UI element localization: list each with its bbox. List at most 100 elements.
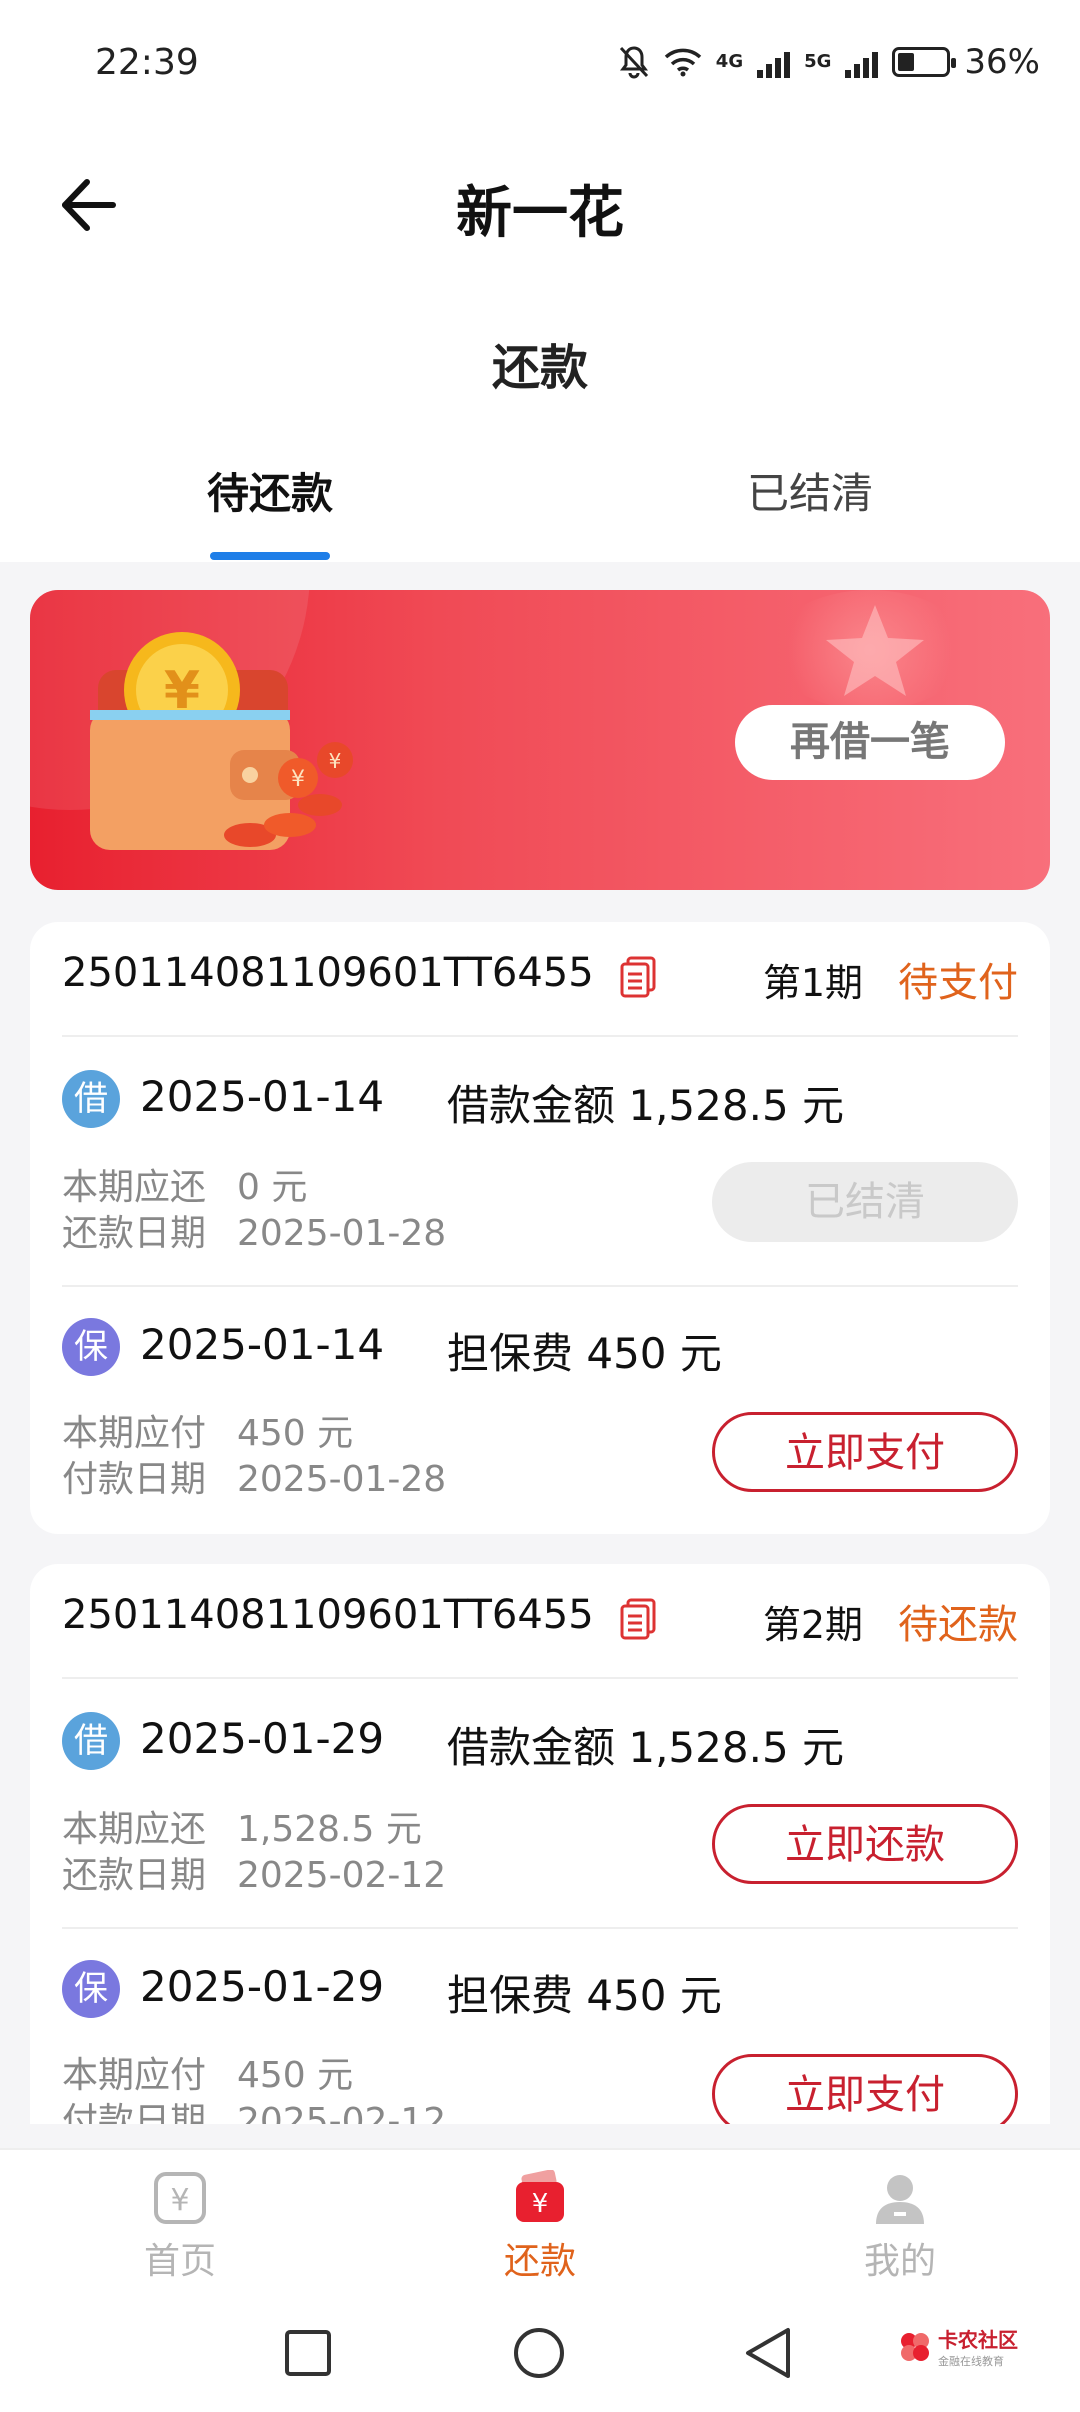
mute-bell-icon: [619, 46, 648, 79]
row-date: 2025-01-29: [140, 1714, 385, 1763]
settled-button: 已结清: [712, 1162, 1018, 1242]
row-date: 2025-01-29: [140, 1962, 385, 2011]
wifi-icon: [664, 48, 701, 77]
watermark-logo-icon: [901, 2332, 929, 2361]
divider: [62, 1927, 1018, 1929]
bottom-nav: ¥ 首页 ¥ 还款 我的: [0, 2148, 1080, 2298]
svg-text:¥: ¥: [329, 749, 342, 773]
due-amount-value: 1,528.5 元: [237, 1809, 422, 1850]
wallet-coin-icon: ¥ ¥ ¥: [90, 632, 353, 850]
due-date-value: 2025-02-12: [237, 1855, 447, 1896]
borrow-again-button[interactable]: 再借一笔: [735, 705, 1005, 780]
svg-text:¥: ¥: [170, 2183, 189, 2218]
period-label: 第2期: [762, 1603, 863, 1647]
section-title: 还款: [491, 340, 588, 396]
due-date: 付款日期 2025-02-12: [62, 2092, 446, 2124]
home-icon: ¥: [154, 2172, 206, 2224]
divider: [62, 1285, 1018, 1287]
battery-percent: 36%: [964, 42, 1040, 82]
home-circle-icon[interactable]: [512, 2326, 566, 2380]
back-triangle-icon[interactable]: [742, 2326, 796, 2380]
app-header: 新一花: [0, 150, 1080, 260]
due-amount-label: 本期应付: [62, 2055, 207, 2096]
period-label: 第1期: [762, 961, 863, 1005]
star-icon: [826, 605, 924, 696]
due-amount-label: 本期应还: [62, 1167, 207, 1208]
svg-text:¥: ¥: [532, 2189, 549, 2219]
bill-card-header: 250114081109601TT6455 第1期 待支付: [62, 950, 1018, 1010]
due-amount-label: 本期应还: [62, 1809, 207, 1850]
network-4g-label: 4G: [715, 51, 744, 72]
bill-status: 待支付: [898, 960, 1018, 1006]
due-date-value: 2025-02-12: [237, 2101, 447, 2124]
order-number: 250114081109601TT6455: [62, 1592, 594, 1638]
guarantee-badge: 保: [62, 1960, 120, 2018]
tab-bar: 待还款 已结清: [0, 460, 1080, 560]
bill-row: 借 2025-01-29 借款金额 1,528.5 元 本期应还 1,528.5 …: [62, 1712, 1018, 1942]
loan-badge: 借: [62, 1712, 120, 1770]
due-amount-value: 450 元: [237, 1413, 354, 1454]
signal-icon: [757, 46, 791, 78]
bill-row: 保 2025-01-14 担保费 450 元 本期应付 450 元 付款日期 202…: [62, 1318, 1018, 1548]
bill-row: 保 2025-01-29 担保费 450 元 本期应付 450 元 付款日期 202…: [62, 1960, 1018, 2124]
due-amount-value: 0 元: [237, 1167, 308, 1208]
tab-pending[interactable]: 待还款: [120, 460, 420, 521]
row-date: 2025-01-14: [140, 1320, 385, 1369]
page-title: 新一花: [456, 181, 624, 246]
bill-status: 待还款: [898, 1602, 1018, 1648]
loan-badge: 借: [62, 1070, 120, 1128]
due-amount-value: 450 元: [237, 2055, 354, 2096]
divider: [62, 1677, 1018, 1679]
battery-icon: [892, 47, 957, 77]
bill-card: 250114081109601TT6455 第1期 待支付 借 2025-01-…: [30, 922, 1050, 1534]
nav-home[interactable]: ¥ 首页: [80, 2170, 280, 2284]
pay-now-button[interactable]: 立即支付: [712, 2054, 1018, 2124]
copy-icon[interactable]: [620, 956, 656, 998]
row-description: 借款金额 1,528.5 元: [447, 1081, 845, 1130]
due-amount: 本期应付 450 元: [62, 1404, 353, 1456]
nav-profile-label: 我的: [863, 2241, 936, 2282]
status-time: 22:39: [95, 42, 199, 83]
bill-row: 借 2025-01-14 借款金额 1,528.5 元 本期应还 0 元 还款日期…: [62, 1070, 1018, 1300]
nav-repay[interactable]: ¥ 还款: [440, 2170, 640, 2284]
nav-profile[interactable]: 我的: [800, 2170, 1000, 2284]
due-date-value: 2025-01-28: [237, 1213, 447, 1254]
due-date: 还款日期 2025-01-28: [62, 1204, 446, 1256]
due-date-label: 付款日期: [62, 2101, 207, 2124]
due-amount: 本期应还 1,528.5 元: [62, 1800, 422, 1852]
due-date: 付款日期 2025-01-28: [62, 1450, 446, 1502]
repay-now-button[interactable]: 立即还款: [712, 1804, 1018, 1884]
watermark: 卡农社区 金融在线教育: [898, 2324, 1018, 2369]
row-description: 借款金额 1,528.5 元: [447, 1723, 845, 1772]
bill-card: 250114081109601TT6455 第2期 待还款 借 2025-01-…: [30, 1564, 1050, 2124]
repay-icon: ¥: [516, 2170, 564, 2222]
watermark-subtext: 金融在线教育: [938, 2355, 1004, 2368]
network-5g-label: 5G: [804, 51, 832, 72]
order-number: 250114081109601TT6455: [62, 950, 594, 996]
tab-settled[interactable]: 已结清: [660, 460, 960, 521]
svg-text:¥: ¥: [291, 767, 305, 792]
tab-underline: [210, 552, 330, 560]
row-date: 2025-01-14: [140, 1072, 385, 1121]
status-icons: 4G 5G 36%: [618, 42, 1040, 82]
nav-repay-label: 还款: [503, 2241, 576, 2282]
promo-banner[interactable]: ¥ ¥ ¥ 再借一笔: [30, 590, 1050, 890]
copy-icon[interactable]: [620, 1598, 656, 1640]
divider: [62, 1035, 1018, 1037]
guarantee-badge: 保: [62, 1318, 120, 1376]
signal-icon-2: [845, 46, 879, 78]
row-description: 担保费 450 元: [447, 1329, 722, 1378]
system-nav-bar: 卡农社区 金融在线教育: [0, 2298, 1080, 2412]
due-date-label: 还款日期: [62, 1855, 207, 1896]
due-date-label: 还款日期: [62, 1213, 207, 1254]
pay-now-button[interactable]: 立即支付: [712, 1412, 1018, 1492]
nav-home-label: 首页: [143, 2241, 216, 2282]
due-amount: 本期应付 450 元: [62, 2046, 353, 2098]
due-amount-label: 本期应付: [62, 1413, 207, 1454]
due-date-label: 付款日期: [62, 1459, 207, 1500]
due-date: 还款日期 2025-02-12: [62, 1846, 446, 1898]
bill-card-header: 250114081109601TT6455 第2期 待还款: [62, 1592, 1018, 1652]
recent-apps-icon[interactable]: [283, 2328, 333, 2378]
watermark-text: 卡农社区: [938, 2328, 1018, 2352]
status-bar: 22:39 4G 5G 36%: [0, 0, 1080, 135]
